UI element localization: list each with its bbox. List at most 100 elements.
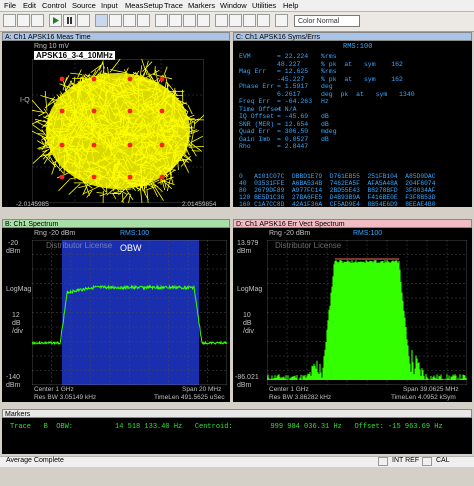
metric-unit: deg pk at sym 1340 [321,90,415,98]
pane-d-title[interactable]: D: Ch1 APSK16 Err Vect Spectrum [233,219,472,228]
constellation-point [91,108,97,114]
open-icon[interactable] [3,14,16,27]
pane-b-span: Span 20 MHz [182,386,222,393]
pane-d-ybottom: -86.021 [235,374,259,381]
metric-unit: mdeg [321,128,337,135]
autoscale-icon[interactable] [137,14,150,27]
menu-bar: File Edit Control Source Input MeasSetup… [0,0,474,12]
menu-file[interactable]: File [4,1,16,10]
metric-value: = 1.5917 [277,83,309,90]
markers-title[interactable]: Markers [2,409,472,418]
toolbar: Color Normal [0,12,474,32]
save-icon[interactable] [17,14,30,27]
menu-control[interactable]: Control [42,1,66,10]
symbol-row: 80 2679DF89 A977FC14 2BD55E43 B8278BFD 3… [239,187,436,194]
metric-unit: %rms [321,53,337,60]
marker-off-icon[interactable] [257,14,270,27]
pane-b-timelen: TimeLen 491.5625 uSec [154,394,225,401]
pane-b-ydiv: 12 [12,312,20,319]
symbol-row: 160 C1A7CC8D 42A1F36A CF5AD9E4 8B54E6D9 … [239,201,436,208]
metric-unit: %rms [321,68,337,75]
metric-unit: dB [321,113,329,120]
pane-b-title[interactable]: B: Ch1 Spectrum [2,219,230,228]
pane-b-center: Center 1 GHz [34,386,74,393]
pointer-icon[interactable] [95,14,108,27]
constellation-plot [32,59,204,203]
help-icon[interactable] [275,14,288,27]
metric-name: Time Offset [239,105,282,113]
constellation-point [91,76,97,82]
metric-value: = 12.625 [277,68,309,75]
pane-b-ydiv-unit: dB /div [12,320,23,335]
zoom-icon[interactable] [109,14,122,27]
status-indicator-2 [422,457,432,466]
pane-a-range: Rng 10 mV [34,43,70,50]
metric-value: 48.227 [277,60,301,68]
markers-panel: Trace B OBW: 14 518 133.40 Hz Centroid: … [2,418,472,454]
menu-trace[interactable]: Trace [164,1,183,10]
pane-d-ybottom-unit: dBm [237,382,252,389]
constellation-point [59,174,65,180]
status-text: Average Complete [6,457,64,464]
pane-d-timelen: TimeLen 4.0952 kSym [391,394,456,401]
layout-2-icon[interactable] [169,14,182,27]
constellation-cloud [32,59,204,203]
metric-name: Freq Err [239,98,271,105]
pane-b-ytop-unit: dBm [6,248,21,255]
menu-window[interactable]: Window [220,1,247,10]
menu-input[interactable]: Input [101,1,118,10]
pane-d-resbw: Res BW 3.86282 kHz [269,394,332,401]
pane-b-ybottom: -140 [6,374,21,381]
metric-name: Phase Err [239,83,275,90]
marker-peak-icon[interactable] [215,14,228,27]
metric-value: = 0.0527 [277,135,309,143]
metric-value: = -45.69 [277,113,309,120]
cal-indicator: CAL [436,457,450,464]
metric-unit: deg [321,83,333,90]
metric-name: Rho [239,143,251,150]
menu-markers[interactable]: Markers [188,1,215,10]
pane-a-title[interactable]: A: Ch1 APSK16 Meas Time [2,32,230,41]
marker-right-icon[interactable] [243,14,256,27]
pane-d-body: Rng -20 dBm RMS:100 13.979 dBm LogMag 10… [233,228,472,402]
layout-4-icon[interactable] [183,14,196,27]
error-vector-spectrum-plot [267,240,467,385]
constellation-point [59,108,65,114]
menu-utilities[interactable]: Utilities [252,1,276,10]
constellation-point [91,142,97,148]
restart-icon[interactable] [77,14,90,27]
play-icon[interactable] [49,14,62,27]
constellation-point [91,174,97,180]
layout-grid-icon[interactable] [197,14,210,27]
layout-1-icon[interactable] [155,14,168,27]
constellation-point [159,142,165,148]
marker-readout: Trace B OBW: 14 518 133.40 Hz Centroid: … [10,423,443,431]
metric-name: Gain Imb [239,135,271,143]
pane-b-range: Rng -20 dBm [34,230,76,237]
symbol-row: 120 BE5D1C36 27BA6FE5 D4B93B9A F416BE0E … [239,194,436,201]
metric-name: IQ Offset [239,113,275,120]
pane-b-ytop: -20 [8,240,19,247]
pane-d-ydiv-unit: dB /div [243,320,254,335]
color-select[interactable]: Color Normal [294,15,360,27]
menu-help[interactable]: Help [283,1,298,10]
pane-d-ylabel: LogMag [237,286,263,293]
metric-value: = -64.263 [277,98,313,105]
pane-d-ydiv: 10 [243,312,251,319]
pane-d-span: Span 39.0625 MHz [403,386,459,393]
pause-icon[interactable] [63,14,76,27]
pane-b-rms: RMS:100 [120,230,150,237]
metric-value: = 306.50 [277,128,309,135]
constellation-point [127,174,133,180]
pane-b-license: Distributor License [46,241,113,250]
marker-left-icon[interactable] [229,14,242,27]
marker-icon[interactable] [123,14,136,27]
pane-c-title[interactable]: C: Ch1 APSK16 Syms/Errs [233,32,472,41]
menu-source[interactable]: Source [72,1,96,10]
menu-meassetup[interactable]: MeasSetup [125,1,163,10]
obw-label: OBW [120,243,142,253]
metric-value: -45.227 [277,75,305,83]
print-icon[interactable] [31,14,44,27]
menu-edit[interactable]: Edit [23,1,36,10]
pane-d-range: Rng -20 dBm [269,230,311,237]
